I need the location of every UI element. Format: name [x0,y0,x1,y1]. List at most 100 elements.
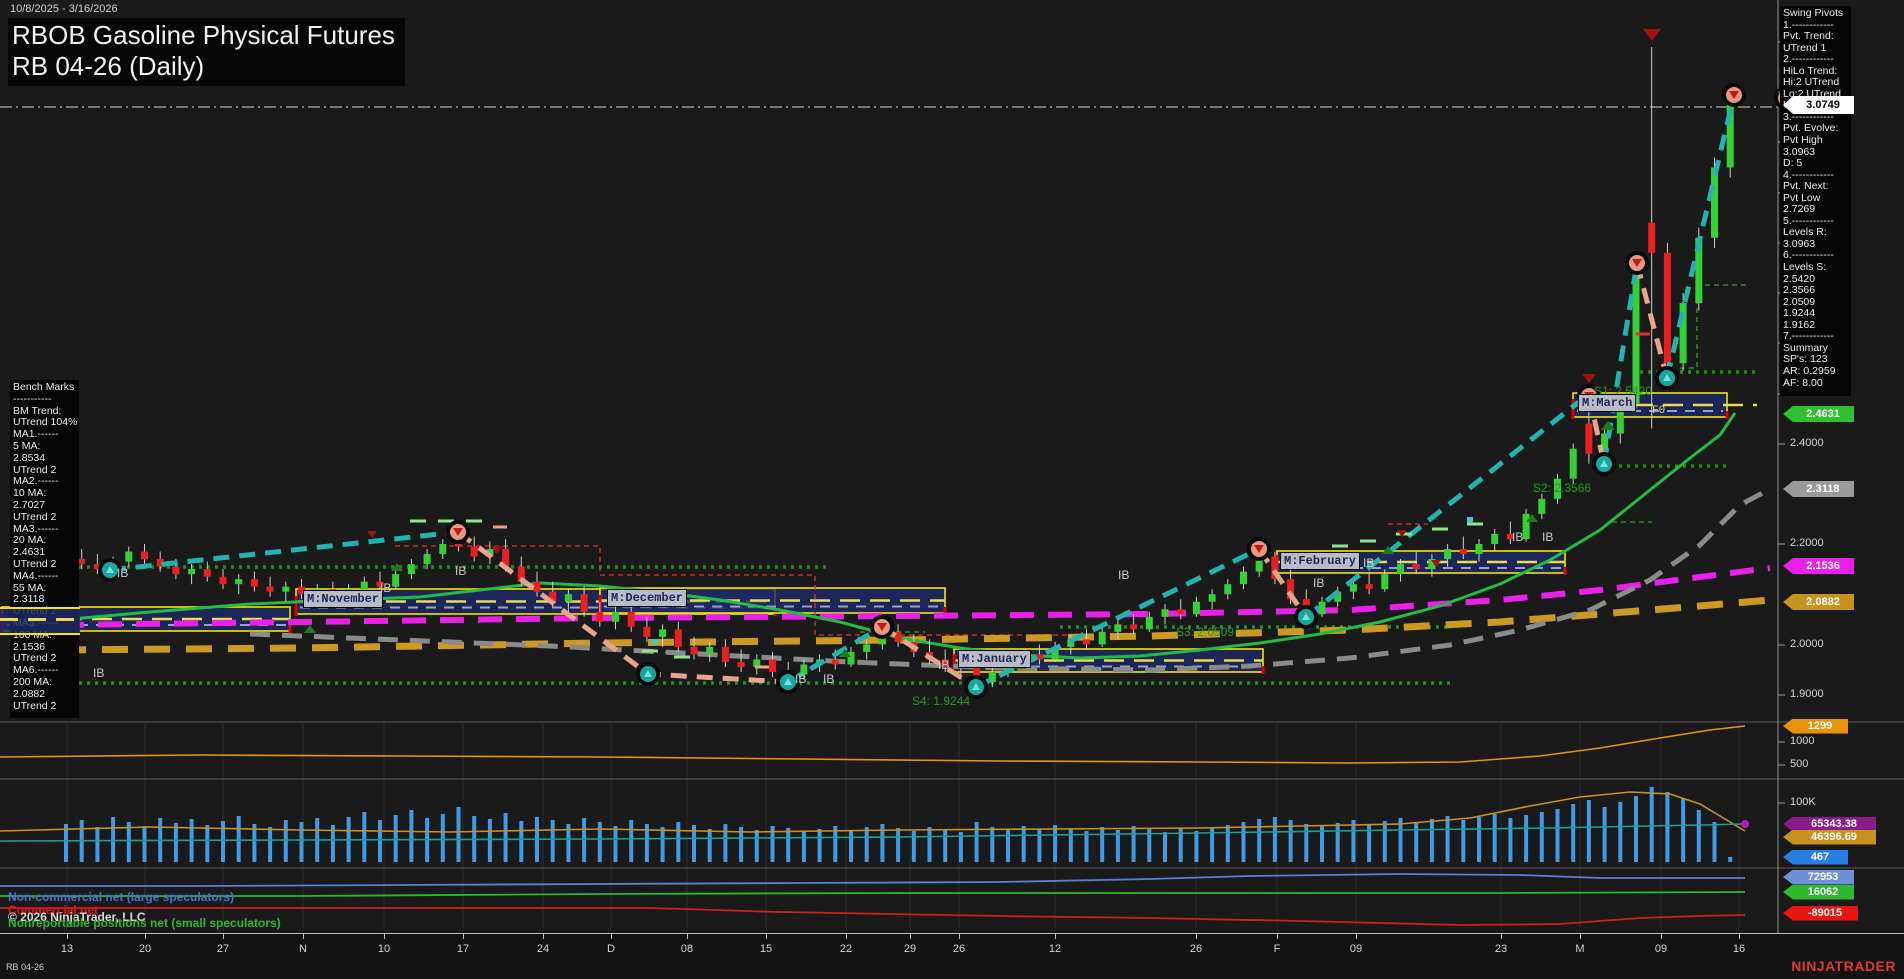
time-axis-tick [1580,934,1581,939]
price-marker-box: 2.0882 [1783,594,1854,610]
bench-marks-panel: Bench Marks-----------BM Trend:UTrend 10… [10,380,79,718]
ib-bar-label: IB [1363,556,1374,570]
time-axis-label: D [607,943,615,955]
time-axis-label: 20 [139,943,151,955]
candle-body [565,594,572,602]
candle-body [722,647,729,662]
bench-marks-line: 2.7027 [13,500,79,512]
axis-tick-label: 1.9000 [1790,688,1824,700]
candle-body [1460,549,1467,554]
time-axis-tick [223,934,224,939]
ib-bar-label: IB [1512,530,1523,544]
swing-zigzag-line [1667,95,1734,378]
ib-bar-label: IB [1118,568,1129,582]
axis-tick-label: 1000 [1790,735,1814,747]
candle-body [534,582,541,592]
chart-canvas[interactable] [0,0,1904,933]
chart-title: RBOB Gasoline Physical Futures RB 04-26 … [8,18,405,86]
ib-bar-label: IB [823,672,834,686]
candle-body [1319,602,1326,615]
time-axis-label: 09 [1350,943,1362,955]
support-step-line [1680,285,1750,368]
bench-marks-line: MA4.------ [13,571,79,583]
cot-legend-label: Non-commercial net (large speculators) [8,890,234,904]
candle-body [769,659,776,672]
indicator3-end-dot [1741,820,1749,828]
candle-body [1570,449,1577,479]
candle-body [1162,609,1169,617]
price-marker-box: 2.1536 [1783,558,1854,574]
bench-marks-line: ----------- [13,394,79,406]
contract-title: RB 04-26 (Daily) [12,51,395,82]
candle-body [188,569,195,574]
candle-body [1523,514,1530,539]
candle-body [1083,639,1090,644]
time-axis-tick [959,934,960,939]
price-marker-box: 467 [1783,850,1848,865]
time-axis-label: 23 [1495,943,1507,955]
candle-body [1350,584,1357,592]
buy-triangle-marker [304,625,316,633]
candle-body [1130,624,1137,629]
time-axis-label: 12 [1049,943,1061,955]
ib-bar-label: IB [795,672,806,686]
time-axis-label: 22 [840,943,852,955]
candle-body [267,587,274,592]
candle-body [141,552,148,560]
time-axis-tick [1055,934,1056,939]
time-axis-label: F [1274,943,1281,955]
time-axis-label: 09 [1655,943,1667,955]
time-axis-label: 17 [457,943,469,955]
time-axis-tick [1196,934,1197,939]
time-axis[interactable]: RB 04-26 NINJATRADER 132027N101724D08152… [0,933,1904,979]
time-axis-label: 08 [681,943,693,955]
axis-tick-label: 100K [1790,796,1816,808]
cot-noncommercial-line [0,874,1745,886]
candle-body [1177,609,1184,614]
time-axis-label: 16 [1733,943,1745,955]
candle-body [1099,632,1106,645]
time-axis-tick [766,934,767,939]
swing-pivots-line: Pvt High [1783,135,1851,147]
time-axis-label: 24 [537,943,549,955]
ib-bar-label: IB [93,666,104,680]
time-axis-label: 29 [904,943,916,955]
time-axis-tick [846,934,847,939]
time-axis-tick [1277,934,1278,939]
candle-body [361,582,368,590]
sell-triangle-marker [1643,29,1661,41]
candle-body [125,552,132,562]
price-marker-box: -89015 [1783,906,1858,921]
time-axis-tick [1661,934,1662,939]
candle-body [1240,572,1247,585]
month-band-label: M:November [303,590,383,608]
candle-body [220,577,227,585]
swing-pivots-line: AF: 8.00 [1783,378,1851,390]
ib-bar-label: IB [380,581,391,595]
candle-body [863,644,870,652]
time-axis-label: M [1575,943,1584,955]
ib-bar-label: IB [1542,530,1553,544]
price-marker-box: 16062 [1783,885,1854,900]
swing-pivots-line: D: 5 [1783,158,1851,170]
ninjatrader-chart-window: 10/8/2025 - 3/16/2026 RBOB Gasoline Phys… [0,0,1904,979]
candle-body [1664,253,1671,363]
instrument-title: RBOB Gasoline Physical Futures [12,20,395,51]
candle-body [1224,584,1231,594]
support-level-label: S3: 2.0509 [1176,625,1234,639]
candle-body [1648,223,1655,253]
cot-legend-label: Nonreportable positions net (small specu… [8,916,281,930]
price-marker-box: 2.3118 [1783,481,1854,497]
time-axis-tick [463,934,464,939]
swing-zigzag-line [1306,394,1589,617]
sell-triangle-marker [367,531,377,538]
month-band-label: M:February [1280,552,1360,570]
candle-body [612,612,619,622]
price-marker-box: 2.4631 [1783,406,1854,422]
price-marker-box: 65343.38 [1783,817,1876,832]
bench-marks-line: UTrend 2 [13,559,79,571]
sell-triangle-marker [1582,374,1596,383]
candle-body [1193,602,1200,615]
ib-bar-label: IB [455,564,466,578]
bench-marks-line: 200 MA: [13,677,79,689]
